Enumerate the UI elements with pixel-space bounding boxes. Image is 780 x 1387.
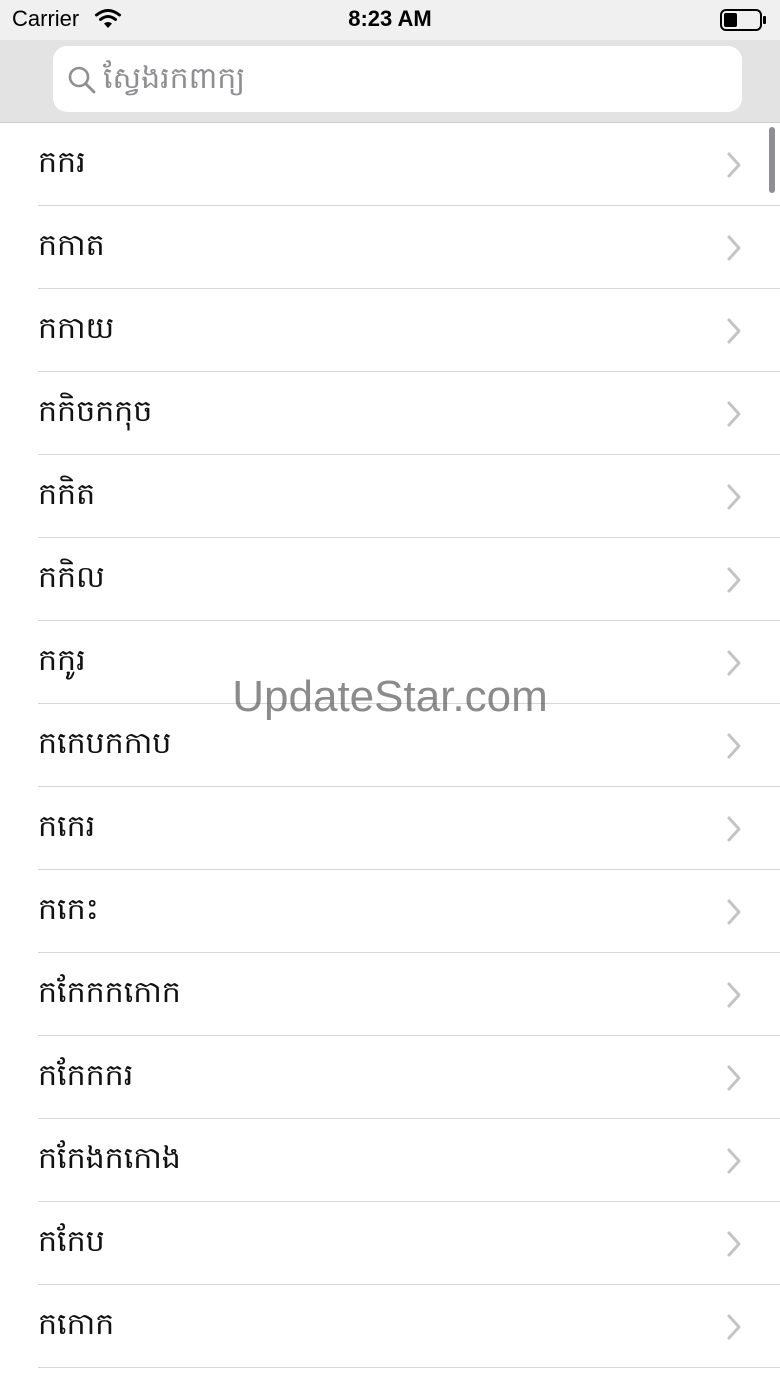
- list-item-label: កកេបកកាប: [38, 726, 172, 761]
- list-item[interactable]: កកេរ: [0, 787, 780, 870]
- search-placeholder: ស្វែងរកពាក្យ: [103, 61, 246, 96]
- list-item-label: កកែប: [38, 1224, 105, 1259]
- status-time: 8:23 AM: [348, 6, 432, 31]
- chevron-right-icon: [724, 1312, 744, 1342]
- chevron-right-icon: [724, 482, 744, 512]
- list-item-label: កកិល: [38, 560, 105, 595]
- chevron-right-icon: [724, 565, 744, 595]
- list-item[interactable]: កកែកករ: [0, 1036, 780, 1119]
- list-item[interactable]: កកិត: [0, 455, 780, 538]
- search-icon: [67, 65, 97, 95]
- list-item-label: កកិត: [38, 477, 96, 512]
- list-item[interactable]: កកែប: [0, 1202, 780, 1285]
- chevron-right-icon: [724, 233, 744, 263]
- chevron-right-icon: [724, 980, 744, 1010]
- chevron-right-icon: [724, 731, 744, 761]
- list-item[interactable]: កកេះ: [0, 870, 780, 953]
- list-item-label: កកែកកកោក: [38, 975, 181, 1010]
- list-item-label: កកែងកកោង: [38, 1141, 181, 1176]
- list-item-label: កកូរ: [38, 643, 86, 678]
- list-item[interactable]: កកិល: [0, 538, 780, 621]
- battery-icon: [720, 8, 768, 32]
- chevron-right-icon: [724, 399, 744, 429]
- word-list: កករកកាតកកាយកកិចកកុចកកិតកកិលកកូរកកេបកកាបក…: [0, 123, 780, 1387]
- chevron-right-icon: [724, 1229, 744, 1259]
- list-item-label: កកេះ: [38, 892, 99, 927]
- search-input[interactable]: ស្វែងរកពាក្យ: [53, 46, 742, 112]
- list-item-label: កកោក: [38, 1307, 115, 1342]
- list-item[interactable]: កកែកកកោក: [0, 953, 780, 1036]
- chevron-right-icon: [724, 1063, 744, 1093]
- search-header: ស្វែងរកពាក្យ: [0, 40, 780, 123]
- list-item-label: កកាយ: [38, 311, 115, 346]
- scroll-indicator[interactable]: [769, 127, 775, 193]
- chevron-right-icon: [724, 150, 744, 180]
- status-bar: Carrier 8:23 AM: [0, 0, 780, 40]
- list-item[interactable]: កករ: [0, 123, 780, 206]
- list-item[interactable]: កកែងកកោង: [0, 1119, 780, 1202]
- list-item[interactable]: កកិចកកុច: [0, 372, 780, 455]
- chevron-right-icon: [724, 897, 744, 927]
- list-item[interactable]: កកោក: [0, 1285, 780, 1368]
- chevron-right-icon: [724, 316, 744, 346]
- chevron-right-icon: [724, 814, 744, 844]
- chevron-right-icon: [724, 648, 744, 678]
- list-item-label: កកិចកកុច: [38, 394, 153, 429]
- chevron-right-icon: [724, 1146, 744, 1176]
- list-item[interactable]: កកេបកកាប: [0, 704, 780, 787]
- app-screen: Carrier 8:23 AM ស្វែងរកពាក្យ កករ កកាត កក…: [0, 0, 780, 1387]
- list-item-label: កករ: [38, 145, 86, 180]
- list-item[interactable]: កកូរ: [0, 621, 780, 704]
- list-item[interactable]: កកាយ: [0, 289, 780, 372]
- list-item-label: កកែកករ: [38, 1058, 134, 1093]
- list-item-label: កកេរ: [38, 809, 96, 844]
- list-item-label: កកាត: [38, 228, 105, 263]
- list-item[interactable]: កកាត: [0, 206, 780, 289]
